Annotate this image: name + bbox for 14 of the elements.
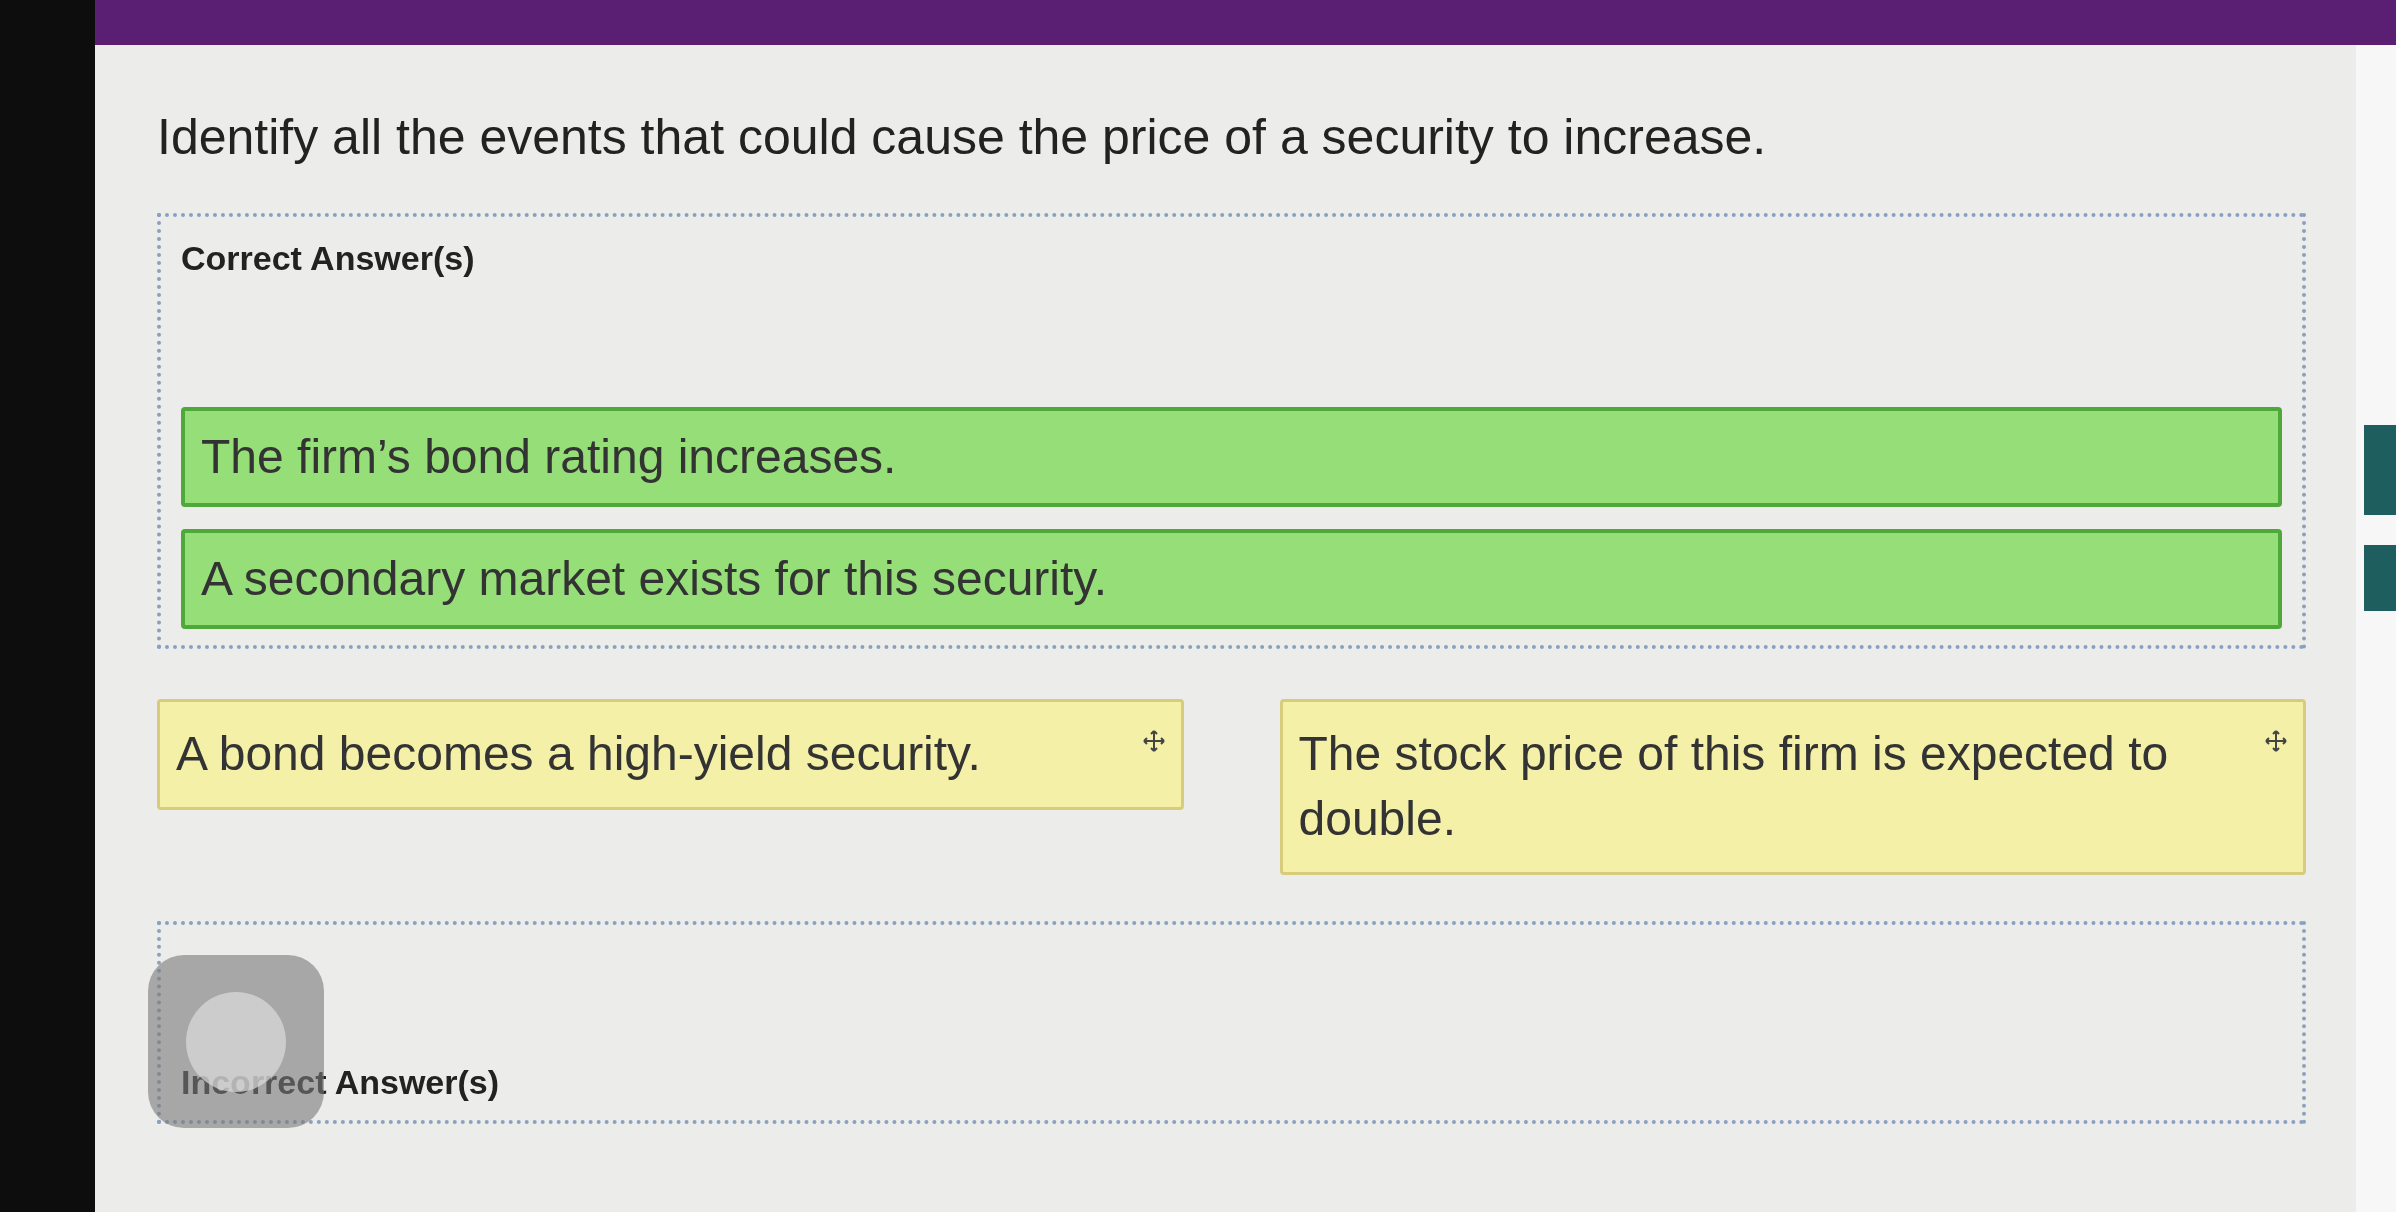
drop-zone[interactable]: Correct Answer(s) The firm’s bond rating increases. A secondary market exists for this security. — [157, 213, 2306, 649]
side-tab[interactable] — [2364, 425, 2396, 515]
zone-label: Correct Answer(s) — [181, 238, 476, 279]
question-text: Identify all the events that could cause the price of a security to increase. — [157, 108, 1768, 167]
move-icon — [2265, 730, 2287, 752]
zone-label: Incorrect Answer(s) — [181, 1062, 500, 1101]
draggable-answer[interactable]: The stock price of this firm is expected to double. — [1279, 699, 2306, 875]
side-tab[interactable] — [2364, 545, 2396, 611]
draggable-answer[interactable]: A bond becomes a high-yield security. — [157, 699, 1184, 810]
answer-text: A bond becomes a high-yield security. — [176, 726, 982, 782]
answer-item[interactable]: A secondary market exists for this security. — [181, 529, 2282, 629]
move-icon — [1142, 730, 1165, 752]
answer-item[interactable]: The firm’s bond rating increases. — [181, 407, 2282, 507]
answer-text: The stock price of this firm is expected to double. — [1298, 726, 2170, 847]
